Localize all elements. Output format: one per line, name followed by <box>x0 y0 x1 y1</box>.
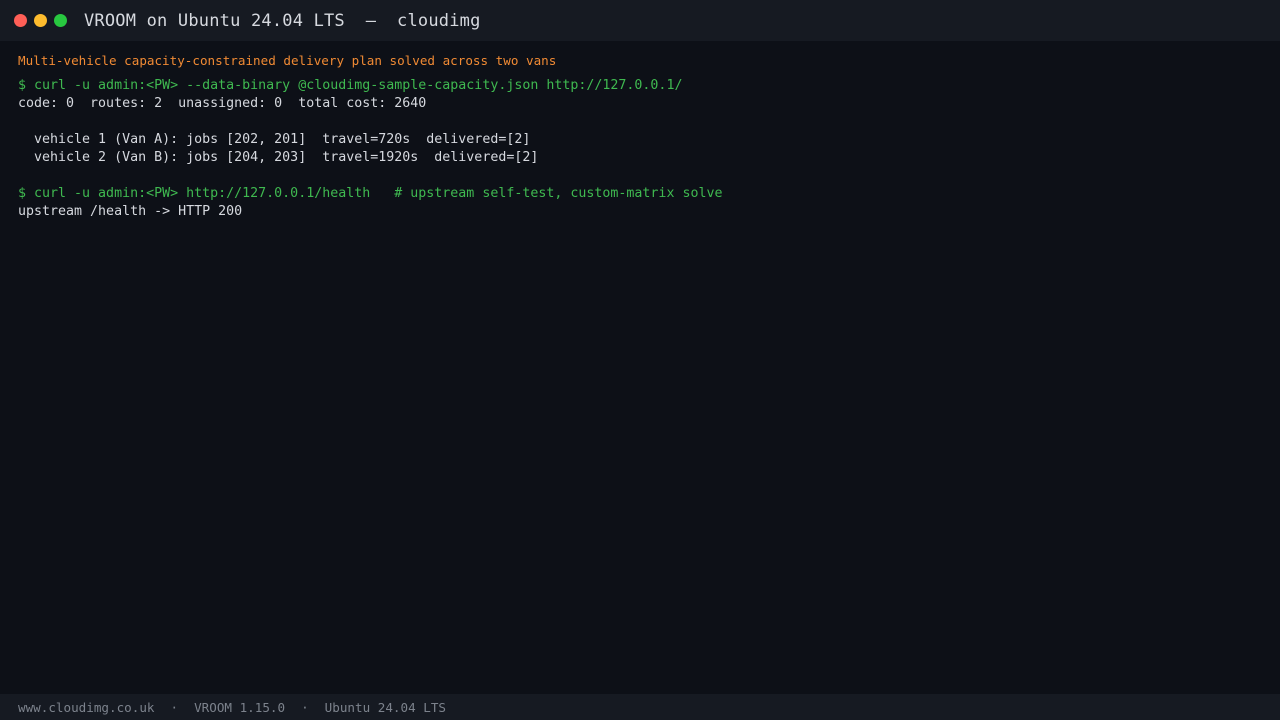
window-title: VROOM on Ubuntu 24.04 LTS — cloudimg <box>84 10 481 31</box>
status-separator: · <box>170 699 179 715</box>
output-line: vehicle 1 (Van A): jobs [202, 201] trave… <box>18 132 531 147</box>
command-line: $ curl -u admin:<PW> --data-binary @clou… <box>18 78 683 93</box>
banner-message: Multi-vehicle capacity-constrained deliv… <box>18 53 557 68</box>
minimize-button[interactable] <box>34 14 47 27</box>
terminal-window: VROOM on Ubuntu 24.04 LTS — cloudimg Mul… <box>0 0 1280 720</box>
window-controls <box>14 14 74 27</box>
title-bar: VROOM on Ubuntu 24.04 LTS — cloudimg <box>0 0 1280 41</box>
status-separator: · <box>301 699 309 715</box>
status-version: VROOM 1.15.0 <box>194 699 286 715</box>
command-line: $ curl -u admin:<PW> http://127.0.0.1/he… <box>18 186 723 201</box>
status-site: www.cloudimg.co.uk <box>18 699 155 715</box>
status-bar: www.cloudimg.co.uk · VROOM 1.15.0 · Ubun… <box>0 694 1280 720</box>
close-button[interactable] <box>14 14 27 27</box>
output-line: vehicle 2 (Van B): jobs [204, 203] trave… <box>18 150 539 165</box>
status-os: Ubuntu 24.04 LTS <box>324 699 446 715</box>
output-line: upstream /health -> HTTP 200 <box>18 204 243 219</box>
output-line: code: 0 routes: 2 unassigned: 0 total co… <box>18 96 427 111</box>
maximize-button[interactable] <box>54 14 67 27</box>
terminal-output[interactable]: Multi-vehicle capacity-constrained deliv… <box>18 52 1262 221</box>
